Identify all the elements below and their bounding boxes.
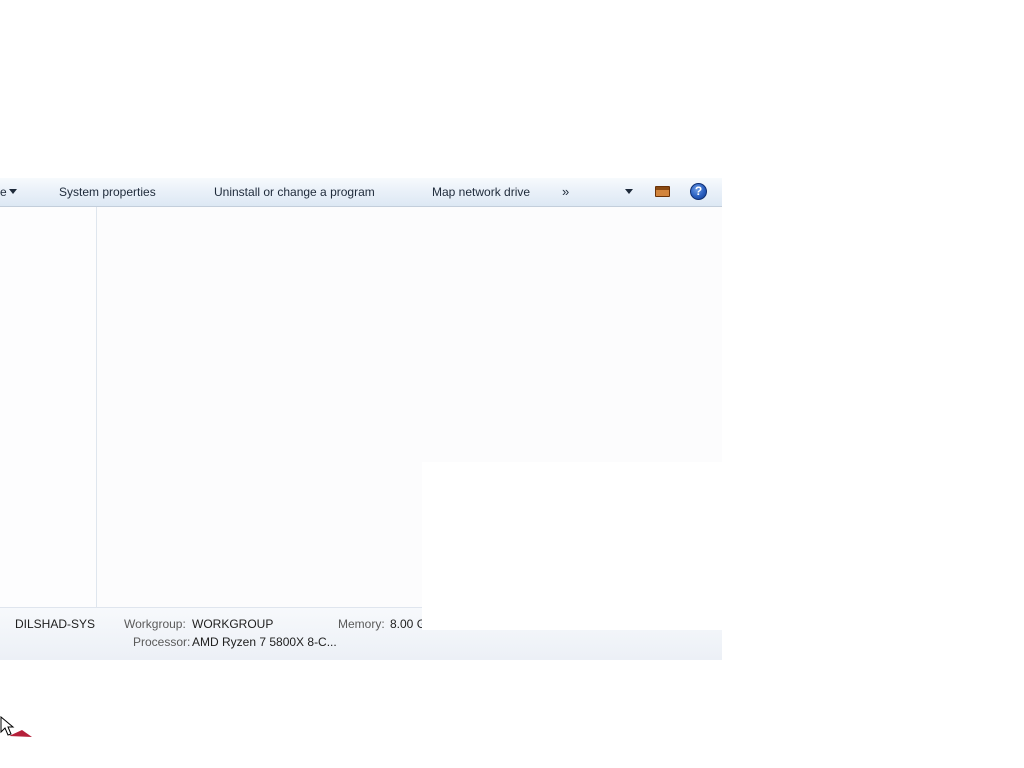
more-commands-chevron-icon[interactable]: » <box>562 178 569 206</box>
help-icon[interactable]: ? <box>690 183 707 200</box>
computer-name: DILSHAD-SYS <box>15 617 96 631</box>
uninstall-program-button[interactable]: Uninstall or change a program <box>214 178 375 206</box>
preview-pane-icon[interactable] <box>655 186 670 197</box>
blank-overlay-surface <box>422 462 1024 630</box>
truncated-toolbar-label: e <box>0 185 7 199</box>
system-properties-button[interactable]: System properties <box>59 178 156 206</box>
processor-value: AMD Ryzen 7 5800X 8-C... <box>192 635 337 649</box>
workgroup-value: WORKGROUP <box>192 617 274 631</box>
processor-label: Processor: <box>133 635 191 649</box>
command-bar: e System properties Uninstall or change … <box>0 178 722 207</box>
memory-value: 8.00 G <box>390 617 427 631</box>
navigation-pane[interactable] <box>0 207 97 607</box>
truncated-toolbar-menu[interactable]: e <box>0 178 7 206</box>
map-network-drive-button[interactable]: Map network drive <box>432 178 530 206</box>
chevron-down-icon[interactable] <box>9 189 17 194</box>
workgroup-label: Workgroup: <box>124 617 186 631</box>
screen: e System properties Uninstall or change … <box>0 0 1024 768</box>
view-options-dropdown-icon[interactable] <box>625 189 633 194</box>
memory-label: Memory: <box>338 617 385 631</box>
mouse-cursor-icon <box>0 716 32 737</box>
